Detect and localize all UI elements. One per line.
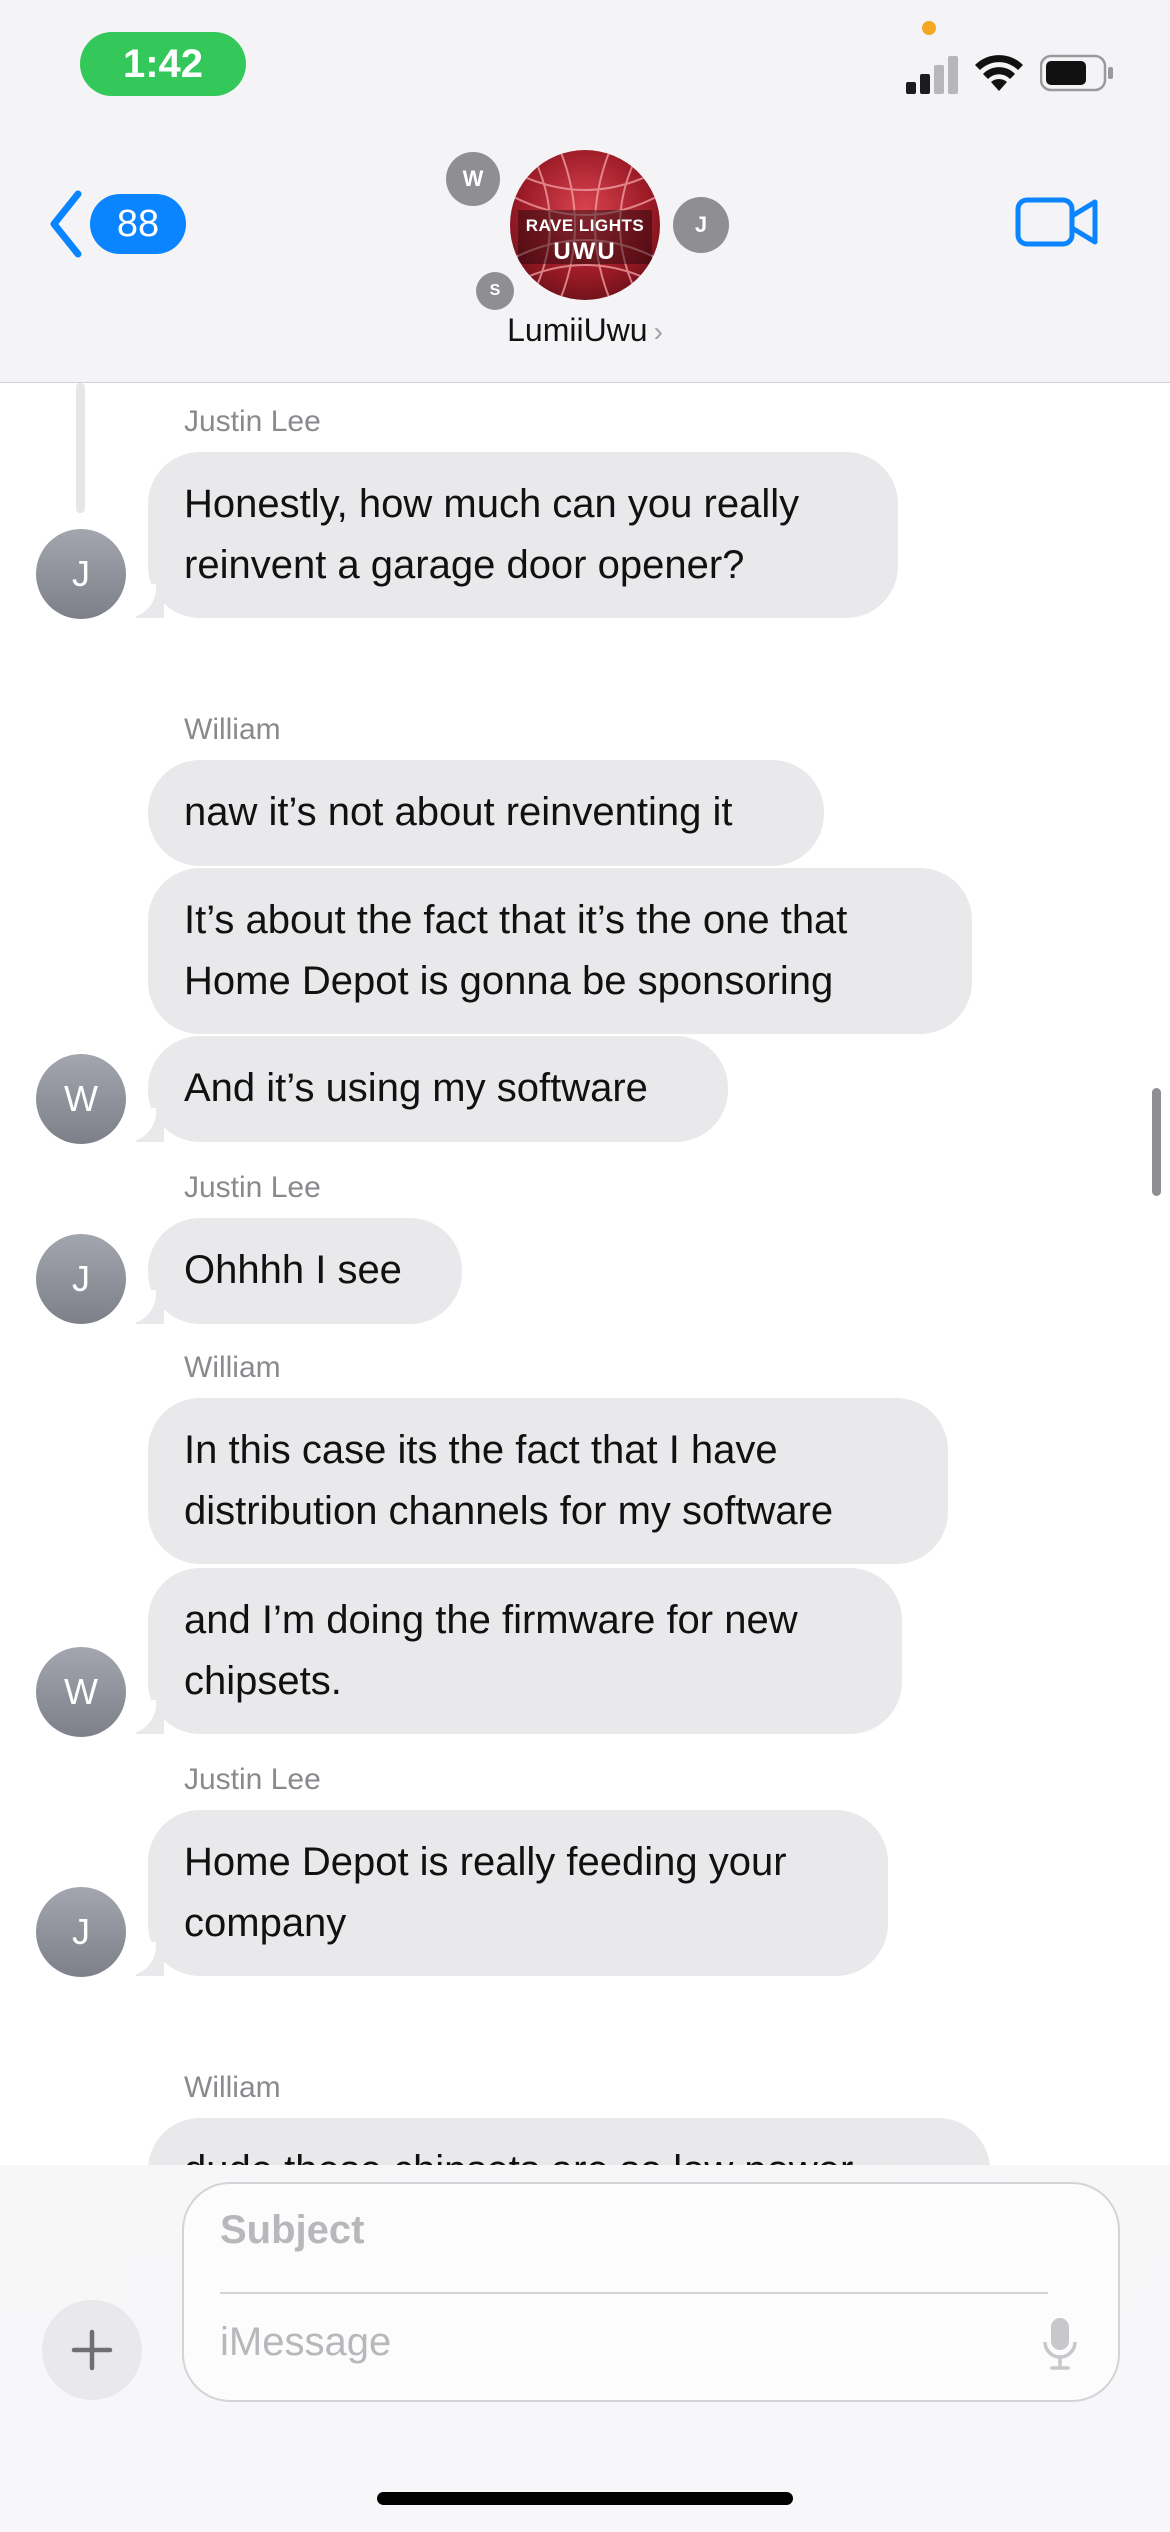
bubble-tail bbox=[122, 1700, 164, 1734]
avatar-william[interactable]: W bbox=[36, 1054, 126, 1144]
sender-name: William bbox=[184, 2071, 281, 2104]
chevron-left-icon bbox=[50, 190, 82, 258]
message-bubble[interactable]: Ohhhh I see bbox=[148, 1218, 462, 1324]
add-attachment-button[interactable] bbox=[42, 2300, 142, 2400]
message-bubble[interactable]: And it’s using my software bbox=[148, 1036, 728, 1142]
chevron-right-icon: › bbox=[653, 316, 663, 347]
message-line: And it’s using my software bbox=[184, 1066, 648, 1110]
plus-icon bbox=[71, 2329, 113, 2371]
group-name-label: LumiiUwu bbox=[507, 312, 648, 348]
subject-field[interactable]: Subject bbox=[220, 2208, 364, 2253]
message-line: chipsets. bbox=[184, 1659, 342, 1703]
home-indicator[interactable] bbox=[377, 2492, 793, 2505]
group-avatar[interactable]: RAVE LIGHTS UWU bbox=[510, 150, 660, 300]
cellular-signal-icon bbox=[906, 52, 962, 94]
imessage-field[interactable]: iMessage bbox=[220, 2320, 391, 2365]
message-bubble[interactable]: In this case its the fact that I have di… bbox=[148, 1398, 948, 1564]
message-line: In this case its the fact that I have bbox=[184, 1428, 778, 1472]
unread-count-badge: 88 bbox=[90, 194, 186, 254]
message-line: distribution channels for my software bbox=[184, 1489, 834, 1533]
message-bubble[interactable]: Honestly, how much can you really reinve… bbox=[148, 452, 898, 618]
sender-name: Justin Lee bbox=[184, 1171, 321, 1204]
message-line: It’s about the fact that it’s the one th… bbox=[184, 898, 848, 942]
wifi-icon bbox=[975, 55, 1023, 91]
sender-name: William bbox=[184, 713, 281, 746]
privacy-indicator-dot bbox=[922, 21, 936, 35]
bubble-tail bbox=[122, 1290, 164, 1324]
group-logo-bottom: UWU bbox=[553, 238, 617, 265]
avatar-justin[interactable]: J bbox=[36, 529, 126, 619]
message-line: naw it’s not about reinventing it bbox=[184, 790, 733, 834]
bubble-tail bbox=[122, 1942, 164, 1976]
message-line: Ohhhh I see bbox=[184, 1248, 402, 1292]
sender-name: Justin Lee bbox=[184, 405, 321, 438]
microphone-icon[interactable] bbox=[1042, 2316, 1078, 2372]
message-line: Honestly, how much can you really bbox=[184, 482, 800, 526]
video-call-icon[interactable] bbox=[1015, 192, 1099, 252]
bubble-tail bbox=[122, 1108, 164, 1142]
member-avatar-s: S bbox=[476, 272, 514, 310]
sender-name: William bbox=[184, 1351, 281, 1384]
group-logo-top: RAVE LIGHTS bbox=[525, 216, 645, 235]
message-thread[interactable]: Justin Lee Honestly, how much can you re… bbox=[0, 383, 1170, 2165]
message-bubble[interactable]: Home Depot is really feeding your compan… bbox=[148, 1810, 888, 1976]
message-line: and I’m doing the firmware for new bbox=[184, 1598, 798, 1642]
message-line: company bbox=[184, 1901, 347, 1945]
message-line: Home Depot is gonna be sponsoring bbox=[184, 959, 834, 1003]
avatar-william[interactable]: W bbox=[36, 1647, 126, 1737]
message-bubble[interactable]: and I’m doing the firmware for new chips… bbox=[148, 1568, 902, 1734]
avatar-justin[interactable]: J bbox=[36, 1234, 126, 1324]
group-name[interactable]: LumiiUwu › bbox=[0, 312, 1170, 349]
reply-thread-line bbox=[76, 383, 85, 513]
input-divider bbox=[220, 2292, 1048, 2294]
status-time[interactable]: 1:42 bbox=[80, 32, 246, 96]
bubble-tail bbox=[122, 584, 164, 618]
message-line: Home Depot is really feeding your bbox=[184, 1840, 787, 1884]
back-button[interactable]: 88 bbox=[46, 188, 186, 260]
message-bubble[interactable]: dude these chipsets are so low power bbox=[148, 2118, 990, 2165]
battery-icon bbox=[1040, 54, 1113, 92]
message-line: dude these chipsets are so low power bbox=[184, 2140, 954, 2165]
member-avatar-j: J bbox=[673, 197, 729, 253]
sender-name: Justin Lee bbox=[184, 1763, 321, 1796]
message-line: reinvent a garage door opener? bbox=[184, 543, 745, 587]
message-input-box[interactable]: Subject iMessage bbox=[182, 2182, 1120, 2402]
avatar-justin[interactable]: J bbox=[36, 1887, 126, 1977]
navigation-header: 1:42 88 W J S RAVE LIGHTS UWU LumiiUwu › bbox=[0, 0, 1170, 383]
message-bubble[interactable]: It’s about the fact that it’s the one th… bbox=[148, 868, 972, 1034]
member-avatar-w: W bbox=[446, 152, 500, 206]
scrollbar[interactable] bbox=[1152, 1088, 1161, 1196]
message-bubble[interactable]: naw it’s not about reinventing it bbox=[148, 760, 824, 866]
